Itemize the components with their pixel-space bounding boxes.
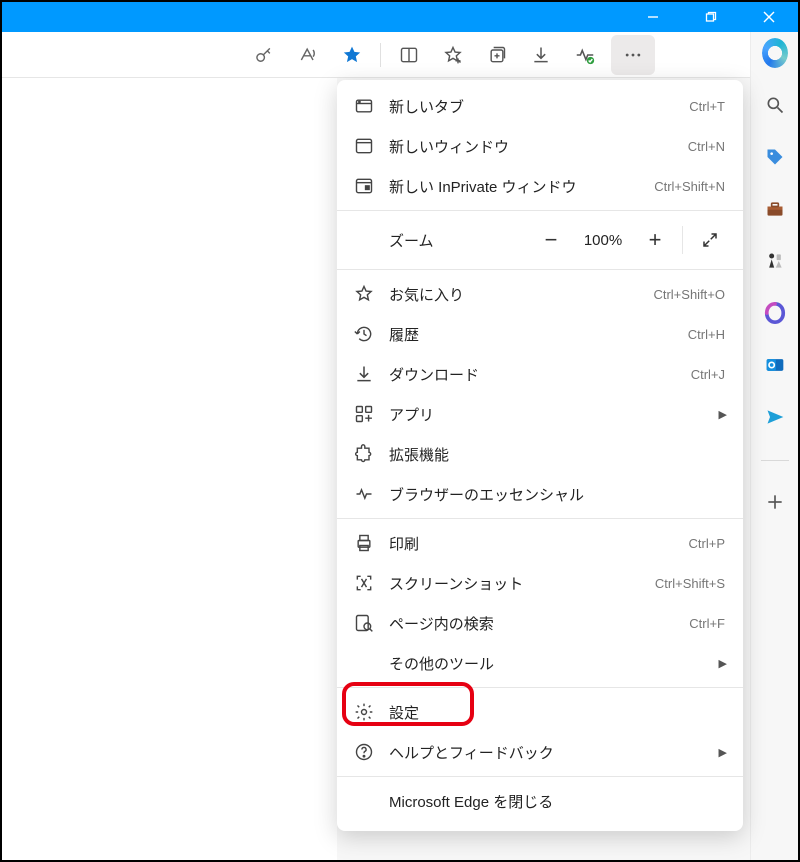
menu-shortcut: Ctrl+P bbox=[689, 536, 725, 551]
menu-label: Microsoft Edge を閉じる bbox=[389, 791, 725, 812]
menu-shortcut: Ctrl+T bbox=[689, 99, 725, 114]
menu-label: ブラウザーのエッセンシャル bbox=[389, 484, 725, 505]
fullscreen-button[interactable] bbox=[687, 222, 733, 258]
key-icon[interactable] bbox=[242, 35, 286, 75]
outlook-icon[interactable] bbox=[762, 352, 788, 378]
menu-shortcut: Ctrl+Shift+S bbox=[655, 576, 725, 591]
new-window-icon bbox=[353, 135, 375, 157]
menu-label: ページ内の検索 bbox=[389, 613, 675, 634]
menu-item-help[interactable]: ヘルプとフィードバック ▶ bbox=[337, 732, 743, 772]
toolbar bbox=[2, 32, 798, 78]
menu-item-settings[interactable]: 設定 bbox=[337, 692, 743, 732]
menu-separator bbox=[337, 687, 743, 688]
new-tab-icon bbox=[353, 95, 375, 117]
menu-label: その他のツール bbox=[389, 653, 705, 674]
menu-label: 設定 bbox=[389, 702, 725, 723]
menu-shortcut: Ctrl+Shift+N bbox=[654, 179, 725, 194]
extensions-icon bbox=[353, 443, 375, 465]
inprivate-icon bbox=[353, 175, 375, 197]
heartbeat-icon bbox=[353, 483, 375, 505]
more-button[interactable] bbox=[611, 35, 655, 75]
send-icon[interactable] bbox=[762, 404, 788, 430]
favorites-icon[interactable] bbox=[431, 35, 475, 75]
menu-separator bbox=[337, 776, 743, 777]
menu-shortcut: Ctrl+H bbox=[688, 327, 725, 342]
menu-item-new-tab[interactable]: 新しいタブ Ctrl+T bbox=[337, 86, 743, 126]
copilot-icon[interactable] bbox=[762, 40, 788, 66]
favorite-star-icon[interactable] bbox=[330, 35, 374, 75]
menu-separator bbox=[337, 269, 743, 270]
menu-label: ダウンロード bbox=[389, 364, 677, 385]
menu-label: 新しい InPrivate ウィンドウ bbox=[389, 176, 640, 197]
menu-item-history[interactable]: 履歴 Ctrl+H bbox=[337, 314, 743, 354]
star-outline-icon bbox=[353, 283, 375, 305]
zoom-in-button[interactable]: + bbox=[632, 222, 678, 258]
download-icon bbox=[353, 363, 375, 385]
gear-icon bbox=[353, 701, 375, 723]
menu-label: 新しいタブ bbox=[389, 96, 675, 117]
read-aloud-icon[interactable] bbox=[286, 35, 330, 75]
menu-shortcut: Ctrl+Shift+O bbox=[653, 287, 725, 302]
chevron-right-icon: ▶ bbox=[719, 408, 725, 421]
downloads-icon[interactable] bbox=[519, 35, 563, 75]
menu-separator bbox=[337, 210, 743, 211]
menu-item-favorites[interactable]: お気に入り Ctrl+Shift+O bbox=[337, 274, 743, 314]
menu-item-zoom: ズーム − 100% + bbox=[337, 215, 743, 265]
toolbar-divider bbox=[380, 43, 381, 67]
sidebar-separator bbox=[761, 460, 789, 461]
search-icon[interactable] bbox=[762, 92, 788, 118]
browser-essentials-icon[interactable] bbox=[563, 35, 607, 75]
menu-separator bbox=[337, 518, 743, 519]
menu-item-apps[interactable]: アプリ ▶ bbox=[337, 394, 743, 434]
menu-item-essentials[interactable]: ブラウザーのエッセンシャル bbox=[337, 474, 743, 514]
menu-item-close-edge[interactable]: Microsoft Edge を閉じる bbox=[337, 781, 743, 821]
menu-item-new-window[interactable]: 新しいウィンドウ Ctrl+N bbox=[337, 126, 743, 166]
menu-item-screenshot[interactable]: スクリーンショット Ctrl+Shift+S bbox=[337, 563, 743, 603]
page-content bbox=[2, 78, 337, 860]
zoom-out-button[interactable]: − bbox=[528, 222, 574, 258]
menu-label: お気に入り bbox=[389, 284, 639, 305]
window-maximize-button[interactable] bbox=[682, 2, 740, 32]
menu-label: 印刷 bbox=[389, 533, 675, 554]
menu-label: 履歴 bbox=[389, 324, 674, 345]
menu-item-extensions[interactable]: 拡張機能 bbox=[337, 434, 743, 474]
chevron-right-icon: ▶ bbox=[719, 657, 725, 670]
settings-menu: 新しいタブ Ctrl+T 新しいウィンドウ Ctrl+N 新しい InPriva… bbox=[337, 80, 743, 831]
print-icon bbox=[353, 532, 375, 554]
menu-item-inprivate[interactable]: 新しい InPrivate ウィンドウ Ctrl+Shift+N bbox=[337, 166, 743, 206]
games-icon[interactable] bbox=[762, 248, 788, 274]
menu-shortcut: Ctrl+J bbox=[691, 367, 725, 382]
menu-item-find[interactable]: ページ内の検索 Ctrl+F bbox=[337, 603, 743, 643]
find-icon bbox=[353, 612, 375, 634]
help-icon bbox=[353, 741, 375, 763]
zoom-divider bbox=[682, 226, 683, 254]
zoom-label: ズーム bbox=[389, 230, 528, 251]
menu-label: 拡張機能 bbox=[389, 444, 725, 465]
zoom-value: 100% bbox=[574, 232, 632, 249]
titlebar bbox=[2, 2, 798, 32]
menu-label: アプリ bbox=[389, 404, 705, 425]
menu-shortcut: Ctrl+F bbox=[689, 616, 725, 631]
collections-icon[interactable] bbox=[475, 35, 519, 75]
menu-item-downloads[interactable]: ダウンロード Ctrl+J bbox=[337, 354, 743, 394]
history-icon bbox=[353, 323, 375, 345]
toolbox-icon[interactable] bbox=[762, 196, 788, 222]
menu-item-more-tools[interactable]: その他のツール ▶ bbox=[337, 643, 743, 683]
menu-label: スクリーンショット bbox=[389, 573, 641, 594]
shopping-tag-icon[interactable] bbox=[762, 144, 788, 170]
window-minimize-button[interactable] bbox=[624, 2, 682, 32]
chevron-right-icon: ▶ bbox=[719, 746, 725, 759]
window-close-button[interactable] bbox=[740, 2, 798, 32]
apps-icon bbox=[353, 403, 375, 425]
menu-label: 新しいウィンドウ bbox=[389, 136, 674, 157]
split-screen-icon[interactable] bbox=[387, 35, 431, 75]
menu-shortcut: Ctrl+N bbox=[688, 139, 725, 154]
menu-item-print[interactable]: 印刷 Ctrl+P bbox=[337, 523, 743, 563]
menu-label: ヘルプとフィードバック bbox=[389, 742, 705, 763]
add-icon[interactable] bbox=[762, 489, 788, 515]
screenshot-icon bbox=[353, 572, 375, 594]
sidebar bbox=[750, 32, 798, 860]
m365-icon[interactable] bbox=[762, 300, 788, 326]
